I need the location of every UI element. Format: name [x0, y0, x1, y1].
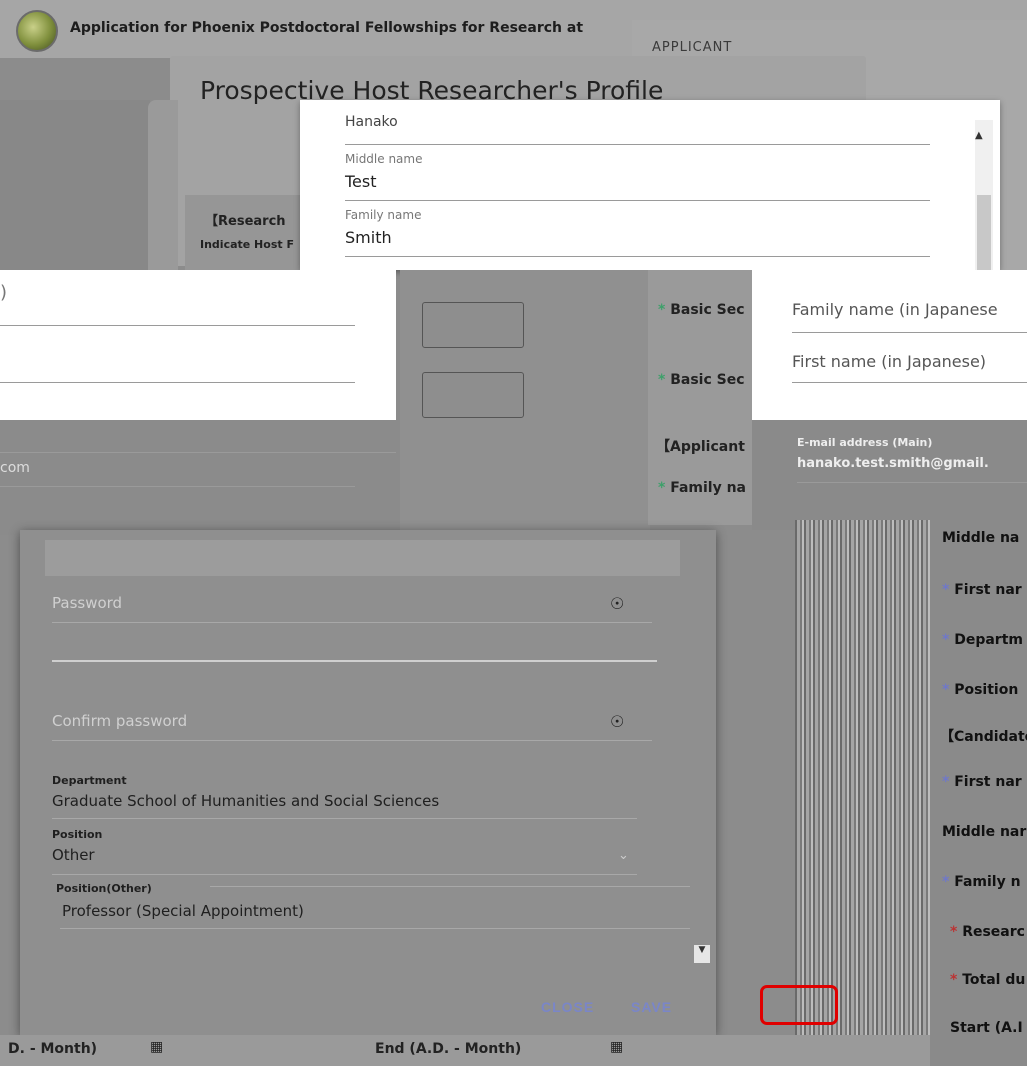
left-form-paren: ) — [0, 282, 8, 303]
names-scrollbar-thumb[interactable] — [977, 195, 991, 270]
position-other-underline — [60, 928, 690, 929]
middle-name-field[interactable]: Test — [345, 172, 377, 191]
right-lower-column: Middle na * First nar * Departm * Positi… — [930, 520, 1027, 1066]
right-item-department[interactable]: * Departm — [942, 632, 1023, 648]
research-heading: 【Research — [205, 214, 286, 229]
email-label: E-mail address (Main) — [797, 436, 933, 449]
middle-name-underline — [345, 200, 930, 201]
first-name-jp-underline — [792, 382, 1027, 383]
research-subtext: Indicate Host F — [200, 238, 294, 251]
right-item-candidate-family-name[interactable]: * Family n — [942, 874, 1021, 890]
university-logo-icon — [16, 10, 58, 52]
left-pillar — [148, 100, 178, 270]
eye-off-icon-confirm[interactable]: ☉ — [610, 712, 624, 731]
password-input[interactable] — [52, 622, 652, 623]
position-other-label: Position(Other) — [56, 882, 152, 895]
family-name-item[interactable]: * Family na — [658, 480, 746, 496]
right-item-first-name[interactable]: * First nar — [942, 582, 1022, 598]
basic-sections-column: * Basic Sec * Basic Sec 【Applicant * Fam… — [648, 270, 753, 525]
email-value[interactable]: hanako.test.smith@gmail. — [797, 456, 989, 471]
scroll-up-arrow-icon[interactable]: ▲ — [975, 130, 983, 141]
mid-grey-column — [400, 270, 650, 540]
right-item-candidate-first-name[interactable]: * First nar — [942, 774, 1022, 790]
department-field[interactable]: Graduate School of Humanities and Social… — [52, 792, 439, 810]
mid-input-1[interactable] — [422, 302, 524, 348]
mid-input-2[interactable] — [422, 372, 524, 418]
bottom-dates-bar: D. - Month) ▦ End (A.D. - Month) ▦ — [0, 1035, 930, 1066]
password-label: Password — [52, 594, 123, 612]
left-lines-row-1 — [0, 452, 396, 453]
left-lines-area: com — [0, 420, 400, 535]
first-name-jp-field[interactable]: First name (in Japanese) — [792, 352, 986, 371]
family-name-field[interactable]: Smith — [345, 228, 392, 247]
department-label: Department — [52, 774, 127, 787]
right-item-candidate-middle-name[interactable]: Middle nar — [942, 824, 1026, 840]
position-label: Position — [52, 828, 103, 841]
position-underline — [52, 874, 637, 875]
start-month-label: D. - Month) — [8, 1041, 98, 1057]
department-underline — [52, 818, 637, 819]
calendar-icon-end[interactable]: ▦ — [610, 1039, 623, 1055]
names-card: Hanako Middle name Test Family name Smit… — [300, 100, 1000, 270]
position-other-top-line — [210, 886, 690, 887]
left-form-line-2[interactable] — [0, 382, 355, 383]
applicant-label: APPLICANT — [652, 40, 733, 55]
research-section — [185, 195, 305, 275]
eye-off-icon[interactable]: ☉ — [610, 594, 624, 613]
save-button[interactable]: SAVE — [625, 998, 678, 1016]
close-button[interactable]: CLOSE — [535, 998, 600, 1016]
dialog-header-strip — [45, 540, 680, 576]
email-underline — [797, 482, 1027, 483]
left-lines-text: com — [0, 460, 30, 476]
email-panel: E-mail address (Main) hanako.test.smith@… — [752, 420, 1027, 530]
applicant-heading: 【Applicant — [656, 439, 745, 455]
confirm-password-input[interactable] — [52, 740, 652, 741]
dialog-scroll-down-icon[interactable]: ▼ — [694, 945, 710, 963]
password-strength-bar — [52, 660, 657, 662]
right-item-start[interactable]: Start (A.I — [950, 1020, 1023, 1036]
left-lines-row-2 — [0, 486, 355, 487]
given-name-underline — [345, 144, 930, 145]
given-name-value[interactable]: Hanako — [345, 114, 398, 130]
position-select[interactable]: Other — [52, 846, 95, 864]
highlight-box — [760, 985, 838, 1025]
basic-section-item-2[interactable]: * Basic Sec — [658, 372, 745, 388]
right-item-research[interactable]: * Researc — [950, 924, 1025, 940]
chevron-down-icon[interactable]: ⌄ — [618, 848, 629, 863]
left-form: ) — [0, 270, 396, 420]
basic-section-item-1[interactable]: * Basic Sec — [658, 302, 745, 318]
right-item-total-duration[interactable]: * Total du — [950, 972, 1025, 988]
right-item-candidate-heading: 【Candidate — [940, 729, 1027, 745]
family-name-underline — [345, 256, 930, 257]
confirm-password-label: Confirm password — [52, 712, 188, 730]
left-form-line-1[interactable] — [0, 325, 355, 326]
family-name-label: Family name — [345, 208, 422, 222]
app-title: Application for Phoenix Postdoctoral Fel… — [70, 20, 584, 36]
japanese-names-form: Family name (in Japanese First name (in … — [752, 270, 1027, 420]
position-other-field[interactable]: Professor (Special Appointment) — [62, 902, 304, 920]
family-name-jp-field[interactable]: Family name (in Japanese — [792, 300, 998, 319]
family-name-jp-underline — [792, 332, 1027, 333]
right-item-middle-name[interactable]: Middle na — [942, 530, 1019, 546]
middle-name-label: Middle name — [345, 152, 423, 166]
host-researcher-dialog: Password ☉ Confirm password ☉ Department… — [20, 530, 716, 1035]
calendar-icon[interactable]: ▦ — [150, 1039, 163, 1055]
right-item-position[interactable]: * Position — [942, 682, 1018, 698]
left-column — [0, 100, 150, 280]
end-month-label: End (A.D. - Month) — [375, 1041, 522, 1057]
